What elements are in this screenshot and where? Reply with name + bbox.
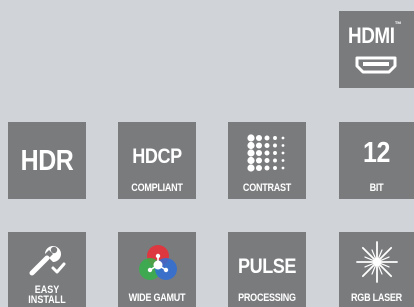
pulse-subtitle: PROCESSING xyxy=(238,292,296,304)
contrast-dot xyxy=(273,166,277,170)
contrast-dot xyxy=(247,164,255,172)
contrast-dot xyxy=(281,136,285,140)
rgb-laser-tile: RGB LASER xyxy=(339,232,414,307)
contrast-dot xyxy=(273,136,277,140)
hdmi-title: HDMI™ xyxy=(347,20,402,48)
contrast-dot xyxy=(273,151,277,155)
easy-install-label: EASY INSTALL xyxy=(15,285,79,306)
contrast-dot xyxy=(255,142,263,149)
laser-core xyxy=(373,258,381,266)
contrast-dot xyxy=(264,143,270,148)
contrast-dot xyxy=(264,150,270,156)
contrast-dot xyxy=(281,166,285,170)
wrench-check-icon xyxy=(29,246,66,276)
hdcp-subtitle: COMPLIANT xyxy=(131,182,183,194)
dot-matrix-contrast-icon xyxy=(247,134,285,172)
easy-install-tile: EASY INSTALL xyxy=(8,232,86,307)
bit-depth-tile: 12 BIT xyxy=(339,122,414,199)
laser-burst-icon xyxy=(356,241,398,283)
contrast-dot xyxy=(264,158,270,163)
contrast-dot xyxy=(247,134,255,142)
contrast-dot xyxy=(281,159,285,162)
pulse-title: PULSE xyxy=(237,255,297,278)
contrast-dot xyxy=(273,143,277,148)
contrast-dot xyxy=(255,164,263,172)
contrast-dot xyxy=(264,165,270,171)
rgb-circles-icon xyxy=(139,245,177,280)
wide-gamut-subtitle: WIDE GAMUT xyxy=(128,292,186,304)
pulse-processing-tile: PULSE PROCESSING xyxy=(228,232,306,307)
contrast-dot xyxy=(281,144,285,147)
hdmi-port-icon xyxy=(355,56,397,74)
hdcp-title: HDCP xyxy=(132,145,182,168)
wide-gamut-tile: WIDE GAMUT xyxy=(118,232,196,307)
easy-install-line2: INSTALL xyxy=(28,294,66,306)
hdr-title: HDR xyxy=(20,145,74,177)
contrast-subtitle: CONTRAST xyxy=(242,182,292,194)
feature-icon-grid: HDMI™ HDR HDCP COMPLIANT CONTRAST 12 BIT… xyxy=(0,0,414,307)
contrast-dot xyxy=(255,157,263,164)
contrast-dot xyxy=(255,134,263,142)
rgb-laser-subtitle: RGB LASER xyxy=(351,292,402,304)
bit-depth-value: 12 xyxy=(363,137,390,169)
trademark-symbol: ™ xyxy=(394,20,402,29)
bit-depth-subtitle: BIT xyxy=(369,182,384,194)
contrast-dot xyxy=(264,135,270,141)
contrast-dot xyxy=(247,156,255,165)
contrast-dot xyxy=(247,141,255,150)
contrast-dot xyxy=(247,149,255,157)
hdcp-tile: HDCP COMPLIANT xyxy=(118,122,196,199)
contrast-dot xyxy=(273,158,277,163)
contrast-dot xyxy=(281,151,285,155)
contrast-tile: CONTRAST xyxy=(228,122,306,199)
hdmi-tile: HDMI™ xyxy=(339,11,414,88)
contrast-dot xyxy=(255,149,263,157)
hdr-tile: HDR xyxy=(8,122,86,199)
